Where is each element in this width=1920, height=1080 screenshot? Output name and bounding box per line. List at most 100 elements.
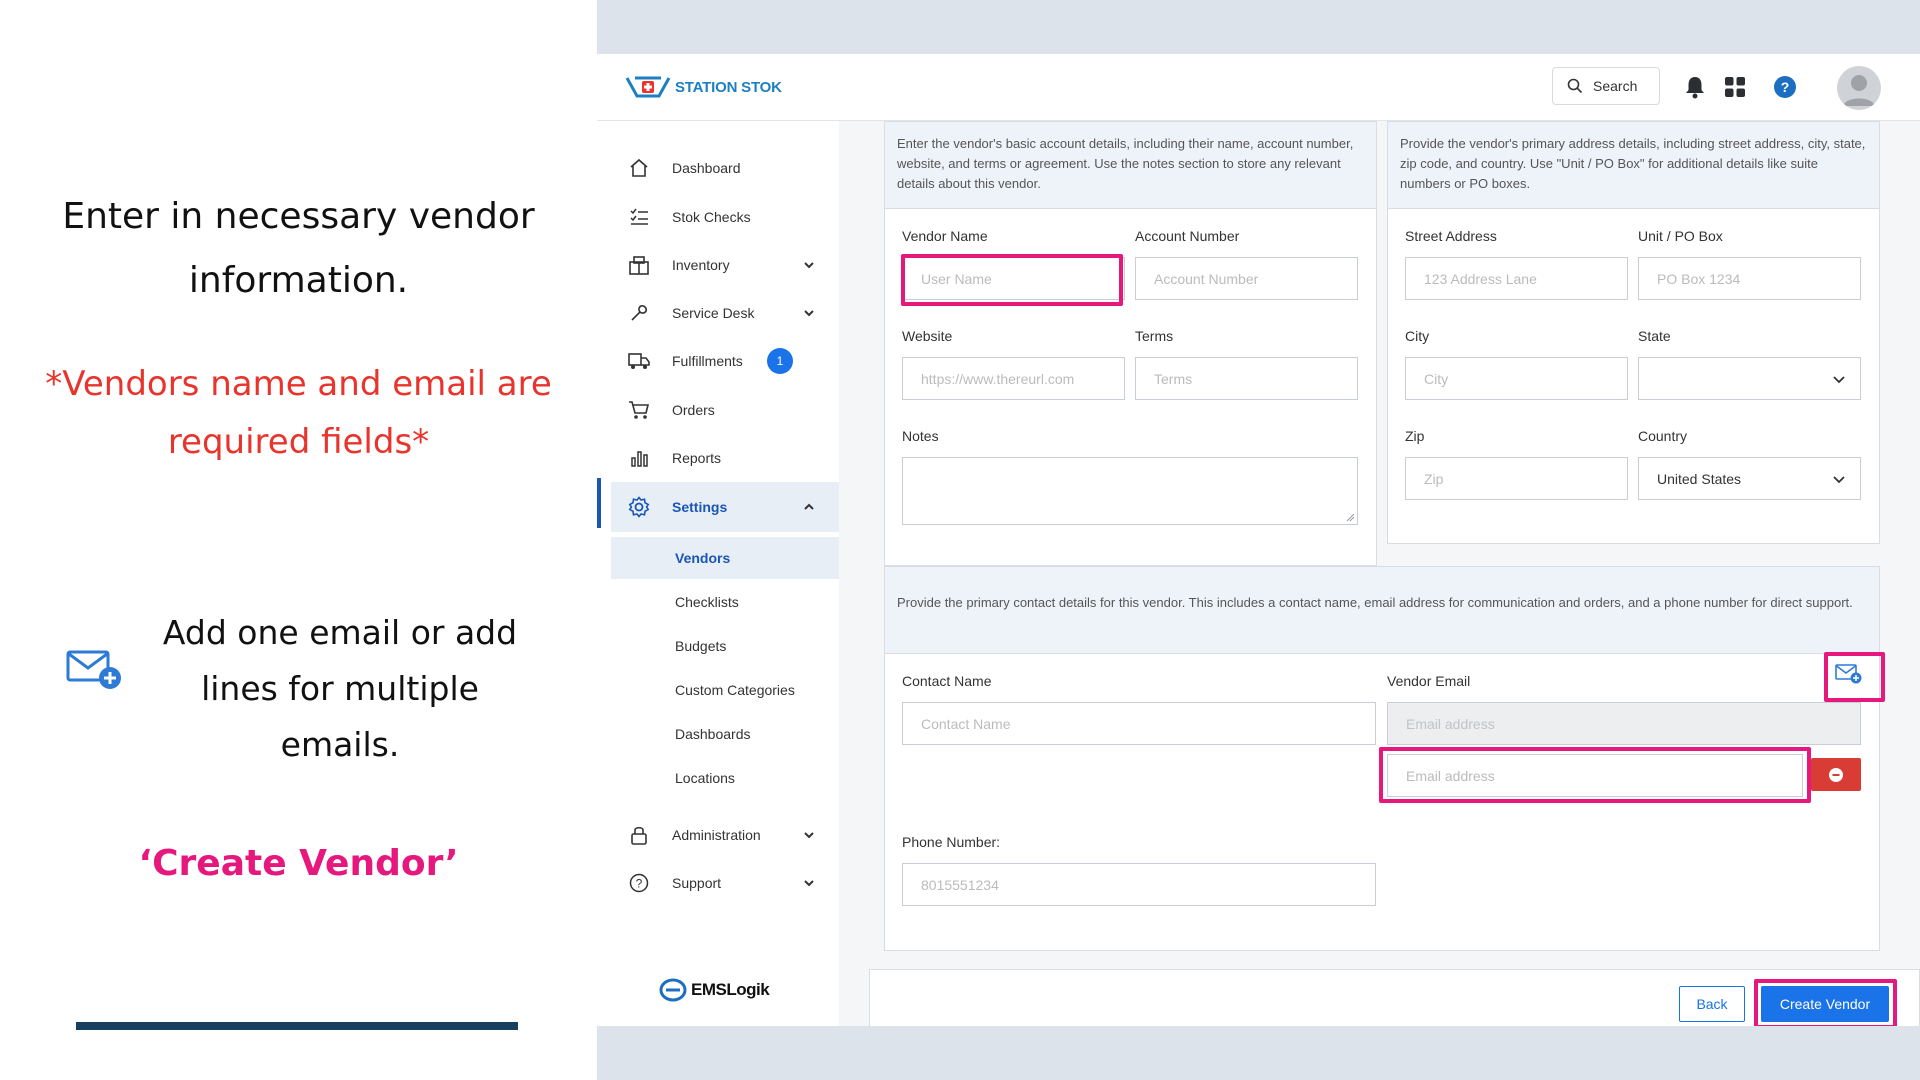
sidebar-item-fulfillments[interactable]: Fulfillments 1 — [597, 341, 839, 381]
add-email-icon — [66, 648, 124, 692]
country-label: Country — [1638, 428, 1688, 444]
top-bar: STATION STOK Search ? — [597, 54, 1920, 121]
phone-number-input[interactable]: 8015551234 — [902, 863, 1376, 906]
instruction-email: Add one email or add lines for multiple … — [140, 605, 540, 773]
sidebar-item-orders[interactable]: Orders — [597, 390, 839, 430]
resize-handle-icon[interactable] — [1345, 512, 1355, 522]
country-select[interactable]: United States — [1638, 457, 1861, 500]
search-label: Search — [1593, 78, 1638, 94]
bell-icon[interactable] — [1682, 74, 1708, 100]
checklist-icon — [627, 205, 651, 229]
chevron-down-icon — [1833, 476, 1845, 484]
sidebar-item-support[interactable]: ? Support — [597, 863, 839, 903]
emslogik-logo-icon — [659, 978, 687, 1002]
sidebar-subitem-budgets[interactable]: Budgets — [611, 625, 839, 667]
bar-chart-icon — [627, 446, 651, 470]
home-icon — [627, 156, 651, 180]
sidebar-item-label: Orders — [672, 402, 715, 418]
sidebar-item-label: Service Desk — [672, 305, 755, 321]
sidebar-item-label: Reports — [672, 450, 722, 466]
sidebar-subitem-dashboards[interactable]: Dashboards — [611, 713, 839, 755]
sidebar-item-label: Fulfillments — [672, 353, 743, 369]
notes-label: Notes — [902, 428, 939, 444]
state-label: State — [1638, 328, 1671, 344]
sidebar-subitem-label: Budgets — [675, 638, 727, 654]
apps-grid-icon[interactable] — [1722, 74, 1748, 100]
search-icon — [1567, 78, 1583, 94]
sidebar-item-reports[interactable]: Reports — [597, 438, 839, 478]
search-button[interactable]: Search — [1552, 67, 1660, 105]
truck-icon — [627, 349, 651, 373]
sidebar-item-administration[interactable]: Administration — [597, 815, 839, 855]
sidebar-item-settings[interactable]: Settings — [611, 482, 839, 532]
help-icon[interactable]: ? — [1772, 74, 1798, 100]
unit-po-box-label: Unit / PO Box — [1638, 228, 1723, 244]
instruction-line-2: information. — [188, 260, 409, 301]
sidebar-subitem-vendors[interactable]: Vendors — [611, 537, 839, 579]
state-select[interactable] — [1638, 357, 1861, 400]
vendor-address-card: Provide the vendor's primary address det… — [1387, 121, 1880, 544]
chevron-down-icon — [1833, 376, 1845, 384]
sidebar-subitem-label: Dashboards — [675, 726, 751, 742]
sidebar-subitem-label: Custom Categories — [675, 682, 795, 698]
contact-name-input[interactable]: Contact Name — [902, 702, 1376, 745]
account-card-description: Enter the vendor's basic account details… — [885, 122, 1376, 209]
website-input[interactable]: https://www.thereurl.com — [902, 357, 1125, 400]
contact-name-label: Contact Name — [902, 673, 992, 689]
instruction-divider — [76, 1022, 518, 1030]
terms-label: Terms — [1135, 328, 1174, 344]
instruction-main: Enter in necessary vendor information. — [40, 185, 557, 313]
sidebar-item-stok-checks[interactable]: Stok Checks — [597, 197, 839, 237]
sidebar-subitem-label: Locations — [675, 770, 735, 786]
account-number-label: Account Number — [1135, 228, 1240, 244]
emslogik-logo-text: EMSLogik — [691, 980, 770, 999]
chevron-down-icon — [804, 880, 814, 887]
add-email-highlight — [1824, 652, 1885, 702]
back-button[interactable]: Back — [1679, 986, 1745, 1022]
required-line-2: required fields* — [167, 422, 430, 462]
logo-text: STATION STOK — [675, 78, 782, 96]
remove-email-button[interactable] — [1811, 758, 1861, 791]
sidebar-subitem-custom-categories[interactable]: Custom Categories — [611, 669, 839, 711]
sidebar-subitem-label: Checklists — [675, 594, 739, 610]
instruction-line-1: Enter in necessary vendor — [62, 196, 535, 237]
city-input[interactable]: City — [1405, 357, 1628, 400]
email-line-1: Add one email or add — [162, 613, 518, 652]
inventory-box-icon — [627, 253, 651, 277]
cart-icon — [627, 398, 651, 422]
account-number-input[interactable]: Account Number — [1135, 257, 1358, 300]
unit-po-box-input[interactable]: PO Box 1234 — [1638, 257, 1861, 300]
zip-label: Zip — [1405, 428, 1425, 444]
sidebar-subitem-checklists[interactable]: Checklists — [611, 581, 839, 623]
vendor-email-label: Vendor Email — [1387, 673, 1471, 689]
minus-circle-icon — [1829, 767, 1843, 782]
sidebar-item-label: Settings — [672, 499, 728, 515]
terms-input[interactable]: Terms — [1135, 357, 1358, 400]
station-stok-logo[interactable]: STATION STOK — [625, 74, 782, 100]
sidebar-item-label: Support — [672, 875, 722, 891]
sidebar-subitem-locations[interactable]: Locations — [611, 757, 839, 799]
create-vendor-highlight — [1754, 979, 1897, 1026]
zip-input[interactable]: Zip — [1405, 457, 1628, 500]
question-circle-icon: ? — [627, 871, 651, 895]
sidebar-item-service-desk[interactable]: Service Desk — [597, 293, 839, 333]
instruction-create-vendor: ‘Create Vendor’ — [138, 843, 459, 884]
chevron-up-icon — [804, 503, 814, 510]
sidebar-item-dashboard[interactable]: Dashboard — [597, 148, 839, 188]
main-content: Enter the vendor's basic account details… — [839, 121, 1920, 1026]
sidebar-item-inventory[interactable]: Inventory — [597, 245, 839, 285]
country-select-value: United States — [1657, 470, 1742, 487]
instruction-panel: Enter in necessary vendor information. *… — [0, 0, 597, 1080]
user-avatar[interactable] — [1837, 66, 1881, 110]
fulfillments-count-badge: 1 — [767, 348, 793, 374]
vendor-email-input-1[interactable]: Email address — [1387, 702, 1861, 745]
sidebar-item-label: Administration — [672, 827, 761, 843]
chevron-down-icon — [804, 310, 814, 317]
street-address-input[interactable]: 123 Address Lane — [1405, 257, 1628, 300]
action-bar: Back Create Vendor — [869, 969, 1920, 1026]
sidebar-item-label: Stok Checks — [672, 209, 751, 225]
vendor-contact-card: Provide the primary contact details for … — [884, 566, 1885, 951]
svg-text:?: ? — [636, 877, 643, 891]
street-address-label: Street Address — [1405, 228, 1497, 244]
notes-textarea[interactable] — [902, 457, 1358, 525]
